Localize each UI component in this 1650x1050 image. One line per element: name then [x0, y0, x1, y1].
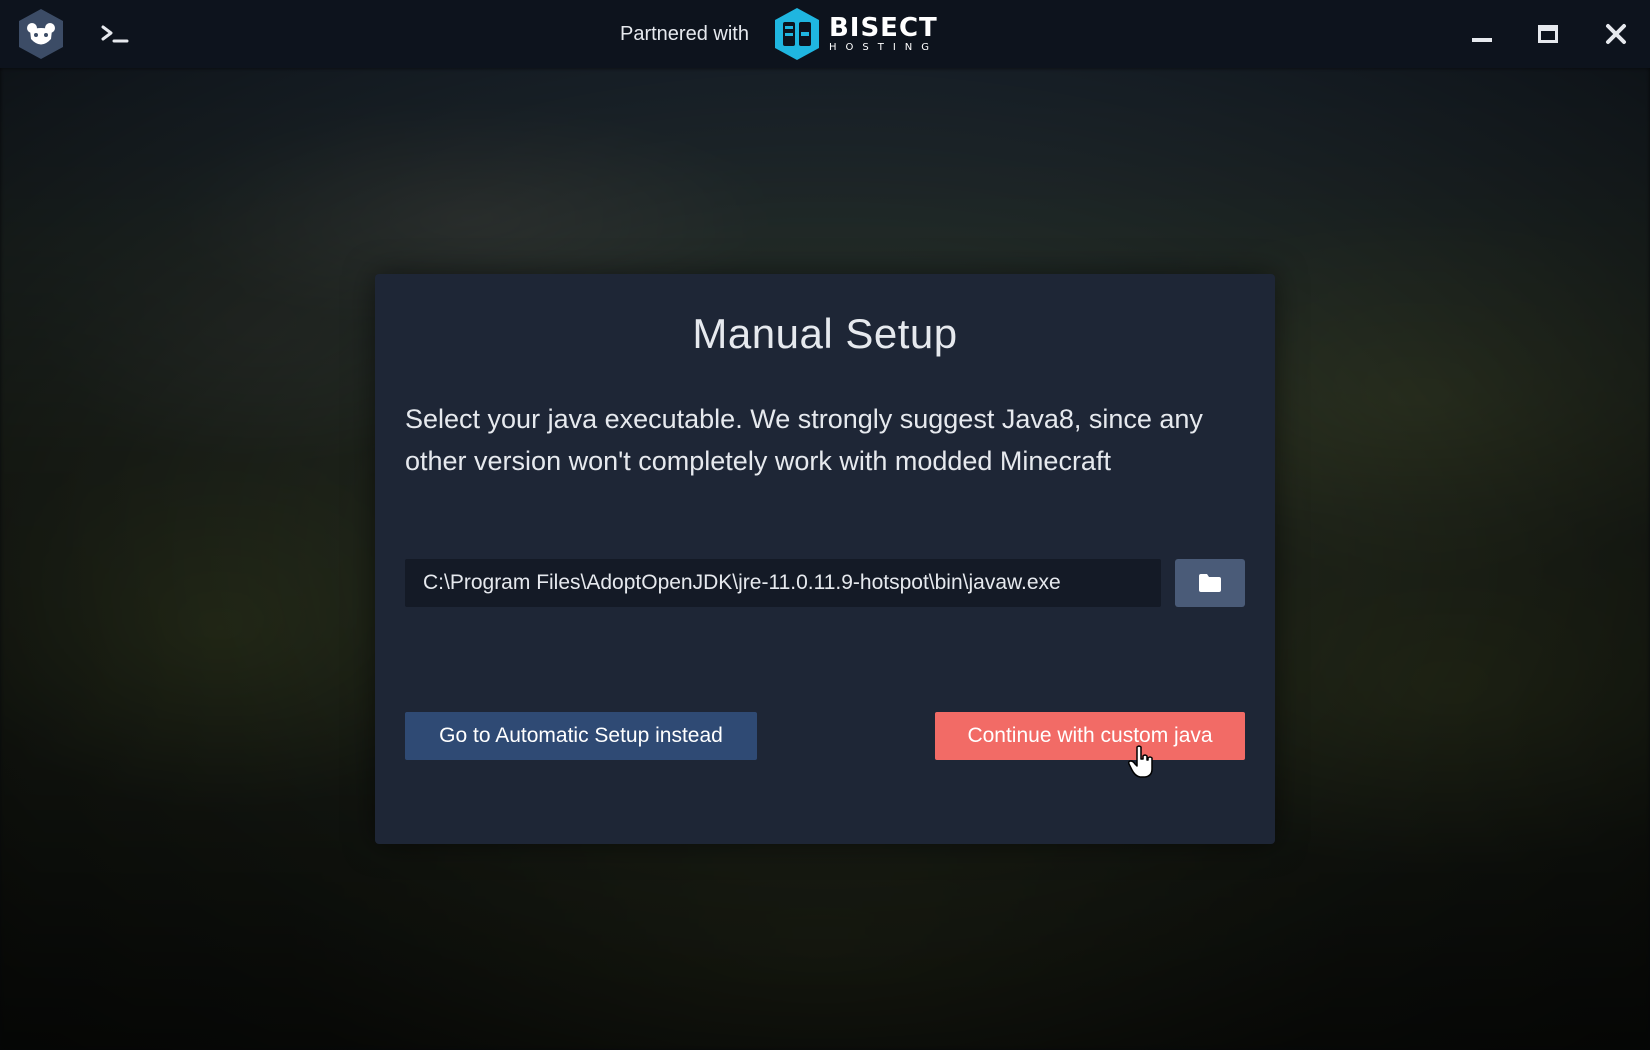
manual-setup-dialog: Manual Setup Select your java executable… [375, 274, 1275, 844]
dialog-description: Select your java executable. We strongly… [405, 404, 1203, 476]
bisect-brand-sub: HOSTING [828, 42, 938, 53]
app-window: Partnered with BISECT HOSTING Manual Set… [0, 0, 1650, 1050]
terminal-icon[interactable] [100, 20, 132, 48]
java-path-input[interactable] [405, 559, 1161, 607]
dialog-title: Manual Setup [692, 310, 958, 357]
maximize-icon [1538, 25, 1558, 43]
maximize-button[interactable] [1528, 14, 1568, 54]
app-logo-icon[interactable] [17, 8, 65, 60]
partner-banner: Partnered with BISECT HOSTING [620, 0, 938, 68]
bisect-hosting-logo[interactable]: BISECT HOSTING [771, 6, 938, 62]
partner-text: Partnered with [620, 22, 749, 45]
browse-folder-button[interactable] [1175, 559, 1245, 607]
close-icon [1606, 24, 1626, 44]
bisect-logo-icon [774, 8, 819, 60]
title-bar: Partnered with BISECT HOSTING [0, 0, 1650, 68]
folder-icon [1199, 574, 1221, 592]
bisect-brand: BISECT [828, 13, 938, 43]
continue-custom-java-button[interactable]: Continue with custom java [935, 712, 1245, 760]
automatic-setup-button[interactable]: Go to Automatic Setup instead [405, 712, 757, 760]
close-button[interactable] [1596, 14, 1636, 54]
minimize-button[interactable] [1462, 14, 1502, 54]
minimize-icon [1472, 38, 1492, 42]
